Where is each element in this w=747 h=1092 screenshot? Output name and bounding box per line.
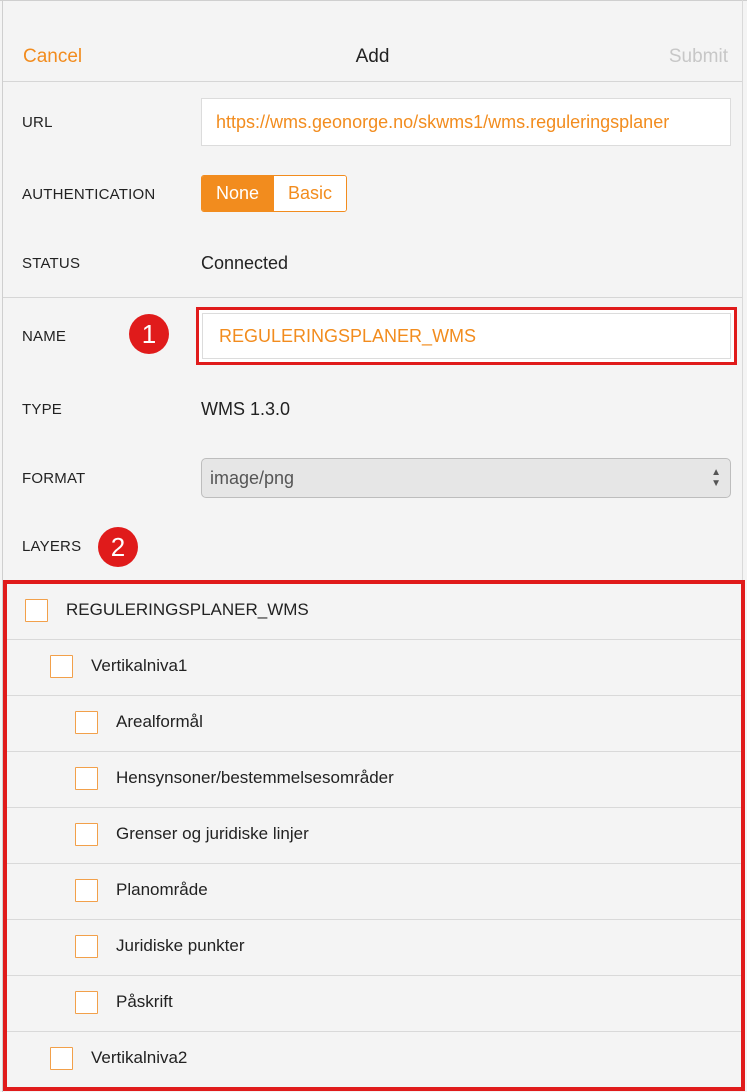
layer-label: Juridiske punkter: [116, 936, 245, 955]
layer-checkbox[interactable]: [75, 935, 98, 958]
status-label: STATUS: [22, 255, 81, 272]
auth-none-button[interactable]: None: [202, 176, 274, 211]
layer-row[interactable]: Vertikalniva1: [7, 640, 741, 696]
section-divider: [3, 297, 742, 298]
status-value: Connected: [201, 253, 289, 273]
auth-basic-button[interactable]: Basic: [273, 176, 347, 211]
layer-checkbox[interactable]: [50, 1047, 73, 1070]
format-select[interactable]: image/png ▲ ▼: [201, 458, 731, 498]
layer-checkbox[interactable]: [75, 711, 98, 734]
url-label: URL: [22, 114, 53, 131]
layer-label: Påskrift: [116, 992, 173, 1011]
layer-label: Hensynsoner/bestemmelsesområder: [116, 768, 394, 787]
layer-row[interactable]: Vertikalniva2: [7, 1032, 741, 1087]
name-highlight-box: [196, 307, 737, 365]
layer-label: Vertikalniva2: [91, 1048, 188, 1067]
layer-row[interactable]: Juridiske punkter: [7, 920, 741, 976]
layer-row[interactable]: REGULERINGSPLANER_WMS: [7, 584, 741, 640]
layer-checkbox[interactable]: [50, 655, 73, 678]
layers-list: REGULERINGSPLANER_WMS Vertikalniva1 Area…: [3, 580, 745, 1091]
updown-arrows-icon: ▲ ▼: [711, 467, 721, 489]
submit-button[interactable]: Submit: [669, 46, 728, 68]
layer-checkbox[interactable]: [75, 879, 98, 902]
authentication-label: AUTHENTICATION: [22, 186, 156, 203]
dialog-header: Cancel Add Submit: [3, 1, 742, 82]
format-select-value: image/png: [210, 468, 295, 488]
format-label: FORMAT: [22, 470, 86, 487]
layer-label: Vertikalniva1: [91, 656, 188, 675]
layer-label: Grenser og juridiske linjer: [116, 824, 309, 843]
layer-label: REGULERINGSPLANER_WMS: [66, 600, 309, 619]
layer-label: Arealformål: [116, 712, 203, 731]
layer-checkbox[interactable]: [25, 599, 48, 622]
layer-checkbox[interactable]: [75, 991, 98, 1014]
annotation-badge-1: 1: [129, 314, 169, 354]
type-value: WMS 1.3.0: [201, 399, 291, 419]
layer-checkbox[interactable]: [75, 823, 98, 846]
authentication-toggle: None Basic: [201, 175, 348, 212]
layer-row[interactable]: Påskrift: [7, 976, 741, 1032]
layer-row[interactable]: Hensynsoner/bestemmelsesområder: [7, 752, 741, 808]
layer-checkbox[interactable]: [75, 767, 98, 790]
layer-row[interactable]: Grenser og juridiske linjer: [7, 808, 741, 864]
layer-label: Planområde: [116, 880, 208, 899]
name-input[interactable]: [202, 313, 731, 359]
layer-row[interactable]: Planområde: [7, 864, 741, 920]
layer-row[interactable]: Arealformål: [7, 696, 741, 752]
name-label: NAME: [22, 328, 67, 345]
type-label: TYPE: [22, 401, 62, 418]
panel-right-border: [742, 0, 743, 590]
annotation-badge-2: 2: [98, 527, 138, 567]
layers-label: LAYERS: [22, 538, 82, 555]
dialog-title: Add: [355, 46, 390, 67]
url-input[interactable]: [201, 98, 731, 146]
